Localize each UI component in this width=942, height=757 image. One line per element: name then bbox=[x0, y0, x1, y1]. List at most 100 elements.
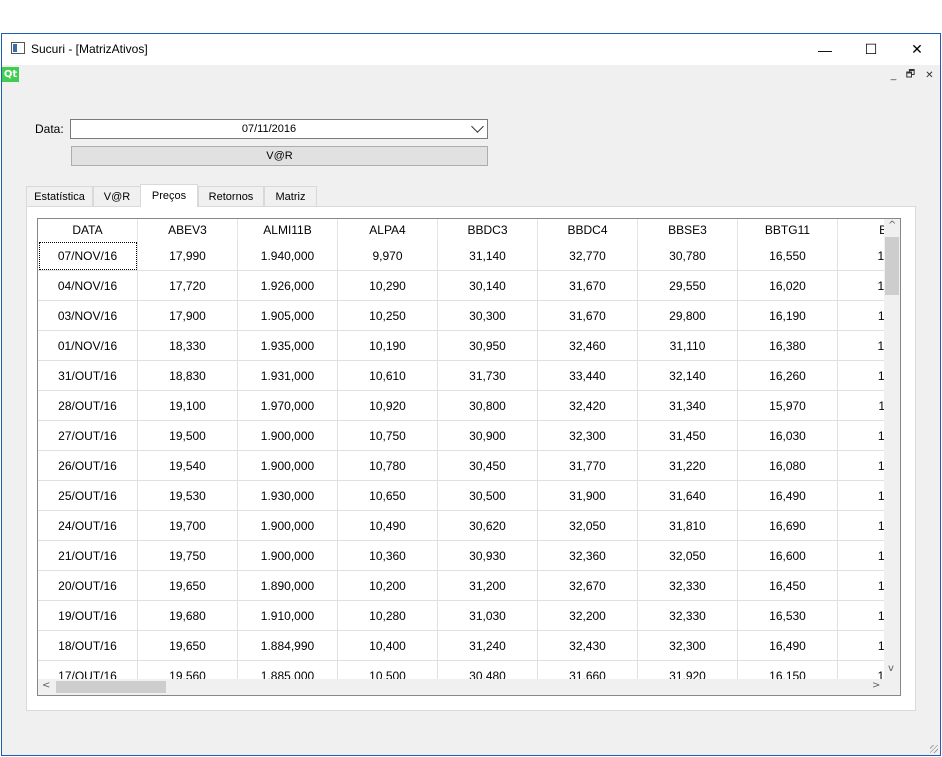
price-cell[interactable]: 10,290 bbox=[338, 271, 438, 301]
price-cell[interactable]: 30,950 bbox=[438, 331, 538, 361]
price-cell[interactable]: 1.930,000 bbox=[238, 481, 338, 511]
price-cell[interactable]: 32,300 bbox=[638, 631, 738, 661]
price-cell[interactable]: 16,260 bbox=[738, 361, 838, 391]
price-cell[interactable]: 31,640 bbox=[638, 481, 738, 511]
price-cell[interactable]: 1.890,000 bbox=[238, 571, 338, 601]
date-cell[interactable]: 24/OUT/16 bbox=[38, 511, 138, 541]
scroll-down-icon[interactable]: v bbox=[888, 663, 894, 674]
price-cell[interactable]: 10,780 bbox=[338, 451, 438, 481]
date-cell[interactable]: 20/OUT/16 bbox=[38, 571, 138, 601]
horizontal-scroll-thumb[interactable] bbox=[56, 681, 166, 693]
table-row[interactable]: 04/NOV/16 17,720 1.926,000 10,290 30,140 31,6… bbox=[38, 271, 885, 301]
table-row[interactable]: 18/OUT/16 19,650 1.884,990 10,400 31,240 32,4… bbox=[38, 631, 885, 661]
vertical-scrollbar[interactable]: ^ v bbox=[884, 219, 900, 680]
price-cell[interactable]: 19,560 bbox=[138, 661, 238, 680]
price-cell[interactable]: 16,080 bbox=[738, 451, 838, 481]
date-cell[interactable]: 07/NOV/16 bbox=[38, 241, 138, 271]
price-cell[interactable]: 31,810 bbox=[638, 511, 738, 541]
price-cell[interactable]: 10,650 bbox=[338, 481, 438, 511]
price-cell[interactable]: 29,550 bbox=[638, 271, 738, 301]
date-cell[interactable]: 26/OUT/16 bbox=[38, 451, 138, 481]
column-header[interactable]: DATA bbox=[38, 219, 138, 241]
price-cell[interactable]: 109 bbox=[838, 241, 885, 271]
price-cell[interactable]: 113 bbox=[838, 511, 885, 541]
price-cell[interactable]: 115 bbox=[838, 601, 885, 631]
resize-grip-icon[interactable] bbox=[930, 745, 938, 753]
price-cell[interactable]: 109 bbox=[838, 331, 885, 361]
date-cell[interactable]: 19/OUT/16 bbox=[38, 601, 138, 631]
price-cell[interactable]: 19,680 bbox=[138, 601, 238, 631]
price-cell[interactable]: 19,650 bbox=[138, 571, 238, 601]
date-cell[interactable]: 27/OUT/16 bbox=[38, 421, 138, 451]
price-cell[interactable]: 32,300 bbox=[538, 421, 638, 451]
price-cell[interactable]: 1.931,000 bbox=[238, 361, 338, 391]
price-cell[interactable]: 32,360 bbox=[538, 541, 638, 571]
column-header[interactable]: BC bbox=[838, 219, 885, 241]
price-cell[interactable]: 30,800 bbox=[438, 391, 538, 421]
price-cell[interactable]: 10,250 bbox=[338, 301, 438, 331]
mdi-minimize-button[interactable]: _ bbox=[886, 68, 901, 82]
price-cell[interactable]: 110 bbox=[838, 451, 885, 481]
column-header[interactable]: ALMI11B bbox=[238, 219, 338, 241]
price-cell[interactable]: 32,330 bbox=[638, 571, 738, 601]
prices-table[interactable]: DATA ABEV3 ALMI11B ALPA4 BBDC3 BBDC4 BBSE3 BBTG… bbox=[37, 218, 901, 696]
price-cell[interactable]: 16,150 bbox=[738, 661, 838, 680]
column-header[interactable]: BBTG11 bbox=[738, 219, 838, 241]
price-cell[interactable]: 30,620 bbox=[438, 511, 538, 541]
date-cell[interactable]: 01/NOV/16 bbox=[38, 331, 138, 361]
price-cell[interactable]: 16,530 bbox=[738, 601, 838, 631]
mdi-restore-button[interactable]: 🗗 bbox=[903, 68, 918, 82]
table-row[interactable]: 07/NOV/16 17,990 1.940,000 9,970 31,140 32,77… bbox=[38, 241, 885, 271]
date-cell[interactable]: 04/NOV/16 bbox=[38, 271, 138, 301]
price-cell[interactable]: 10,610 bbox=[338, 361, 438, 391]
price-cell[interactable]: 16,030 bbox=[738, 421, 838, 451]
price-cell[interactable]: 31,730 bbox=[438, 361, 538, 391]
price-cell[interactable]: 1.884,990 bbox=[238, 631, 338, 661]
price-cell[interactable]: 30,930 bbox=[438, 541, 538, 571]
price-cell[interactable]: 110 bbox=[838, 481, 885, 511]
table-row[interactable]: 17/OUT/16 19,560 1.885,000 10,500 30,480 31,6… bbox=[38, 661, 885, 680]
price-cell[interactable]: 30,300 bbox=[438, 301, 538, 331]
date-cell[interactable]: 31/OUT/16 bbox=[38, 361, 138, 391]
price-cell[interactable]: 32,770 bbox=[538, 241, 638, 271]
price-cell[interactable]: 32,430 bbox=[538, 631, 638, 661]
tab-precos[interactable]: Preços bbox=[140, 184, 198, 207]
price-cell[interactable]: 31,140 bbox=[438, 241, 538, 271]
minimize-button[interactable]: — bbox=[802, 34, 848, 65]
price-cell[interactable]: 31,240 bbox=[438, 631, 538, 661]
price-cell[interactable]: 31,670 bbox=[538, 301, 638, 331]
price-cell[interactable]: 19,750 bbox=[138, 541, 238, 571]
date-combobox[interactable]: 07/11/2016 bbox=[70, 119, 488, 139]
price-cell[interactable]: 19,100 bbox=[138, 391, 238, 421]
price-cell[interactable]: 32,460 bbox=[538, 331, 638, 361]
price-cell[interactable]: 31,110 bbox=[638, 331, 738, 361]
price-cell[interactable]: 29,800 bbox=[638, 301, 738, 331]
price-cell[interactable]: 1.900,000 bbox=[238, 541, 338, 571]
price-cell[interactable]: 1.910,000 bbox=[238, 601, 338, 631]
price-cell[interactable]: 31,030 bbox=[438, 601, 538, 631]
date-cell[interactable]: 18/OUT/16 bbox=[38, 631, 138, 661]
price-cell[interactable]: 1.935,000 bbox=[238, 331, 338, 361]
price-cell[interactable]: 10,490 bbox=[338, 511, 438, 541]
date-cell[interactable]: 03/NOV/16 bbox=[38, 301, 138, 331]
table-row[interactable]: 21/OUT/16 19,750 1.900,000 10,360 30,930 32,3… bbox=[38, 541, 885, 571]
table-row[interactable]: 26/OUT/16 19,540 1.900,000 10,780 30,450 31,7… bbox=[38, 451, 885, 481]
price-cell[interactable]: 115 bbox=[838, 571, 885, 601]
price-cell[interactable]: 16,550 bbox=[738, 241, 838, 271]
price-cell[interactable]: 30,780 bbox=[638, 241, 738, 271]
close-button[interactable]: ✕ bbox=[894, 34, 940, 65]
price-cell[interactable]: 10,500 bbox=[338, 661, 438, 680]
price-cell[interactable]: 16,450 bbox=[738, 571, 838, 601]
price-cell[interactable]: 32,200 bbox=[538, 601, 638, 631]
price-cell[interactable]: 19,650 bbox=[138, 631, 238, 661]
column-header[interactable]: ALPA4 bbox=[338, 219, 438, 241]
table-row[interactable]: 19/OUT/16 19,680 1.910,000 10,280 31,030 32,2… bbox=[38, 601, 885, 631]
price-cell[interactable]: 16,490 bbox=[738, 631, 838, 661]
var-button[interactable]: V@R bbox=[71, 146, 488, 166]
table-row[interactable]: 24/OUT/16 19,700 1.900,000 10,490 30,620 32,0… bbox=[38, 511, 885, 541]
price-cell[interactable]: 32,670 bbox=[538, 571, 638, 601]
table-row[interactable]: 03/NOV/16 17,900 1.905,000 10,250 30,300 31,6… bbox=[38, 301, 885, 331]
price-cell[interactable]: 18,830 bbox=[138, 361, 238, 391]
price-cell[interactable]: 1.940,000 bbox=[238, 241, 338, 271]
price-cell[interactable]: 31,770 bbox=[538, 451, 638, 481]
